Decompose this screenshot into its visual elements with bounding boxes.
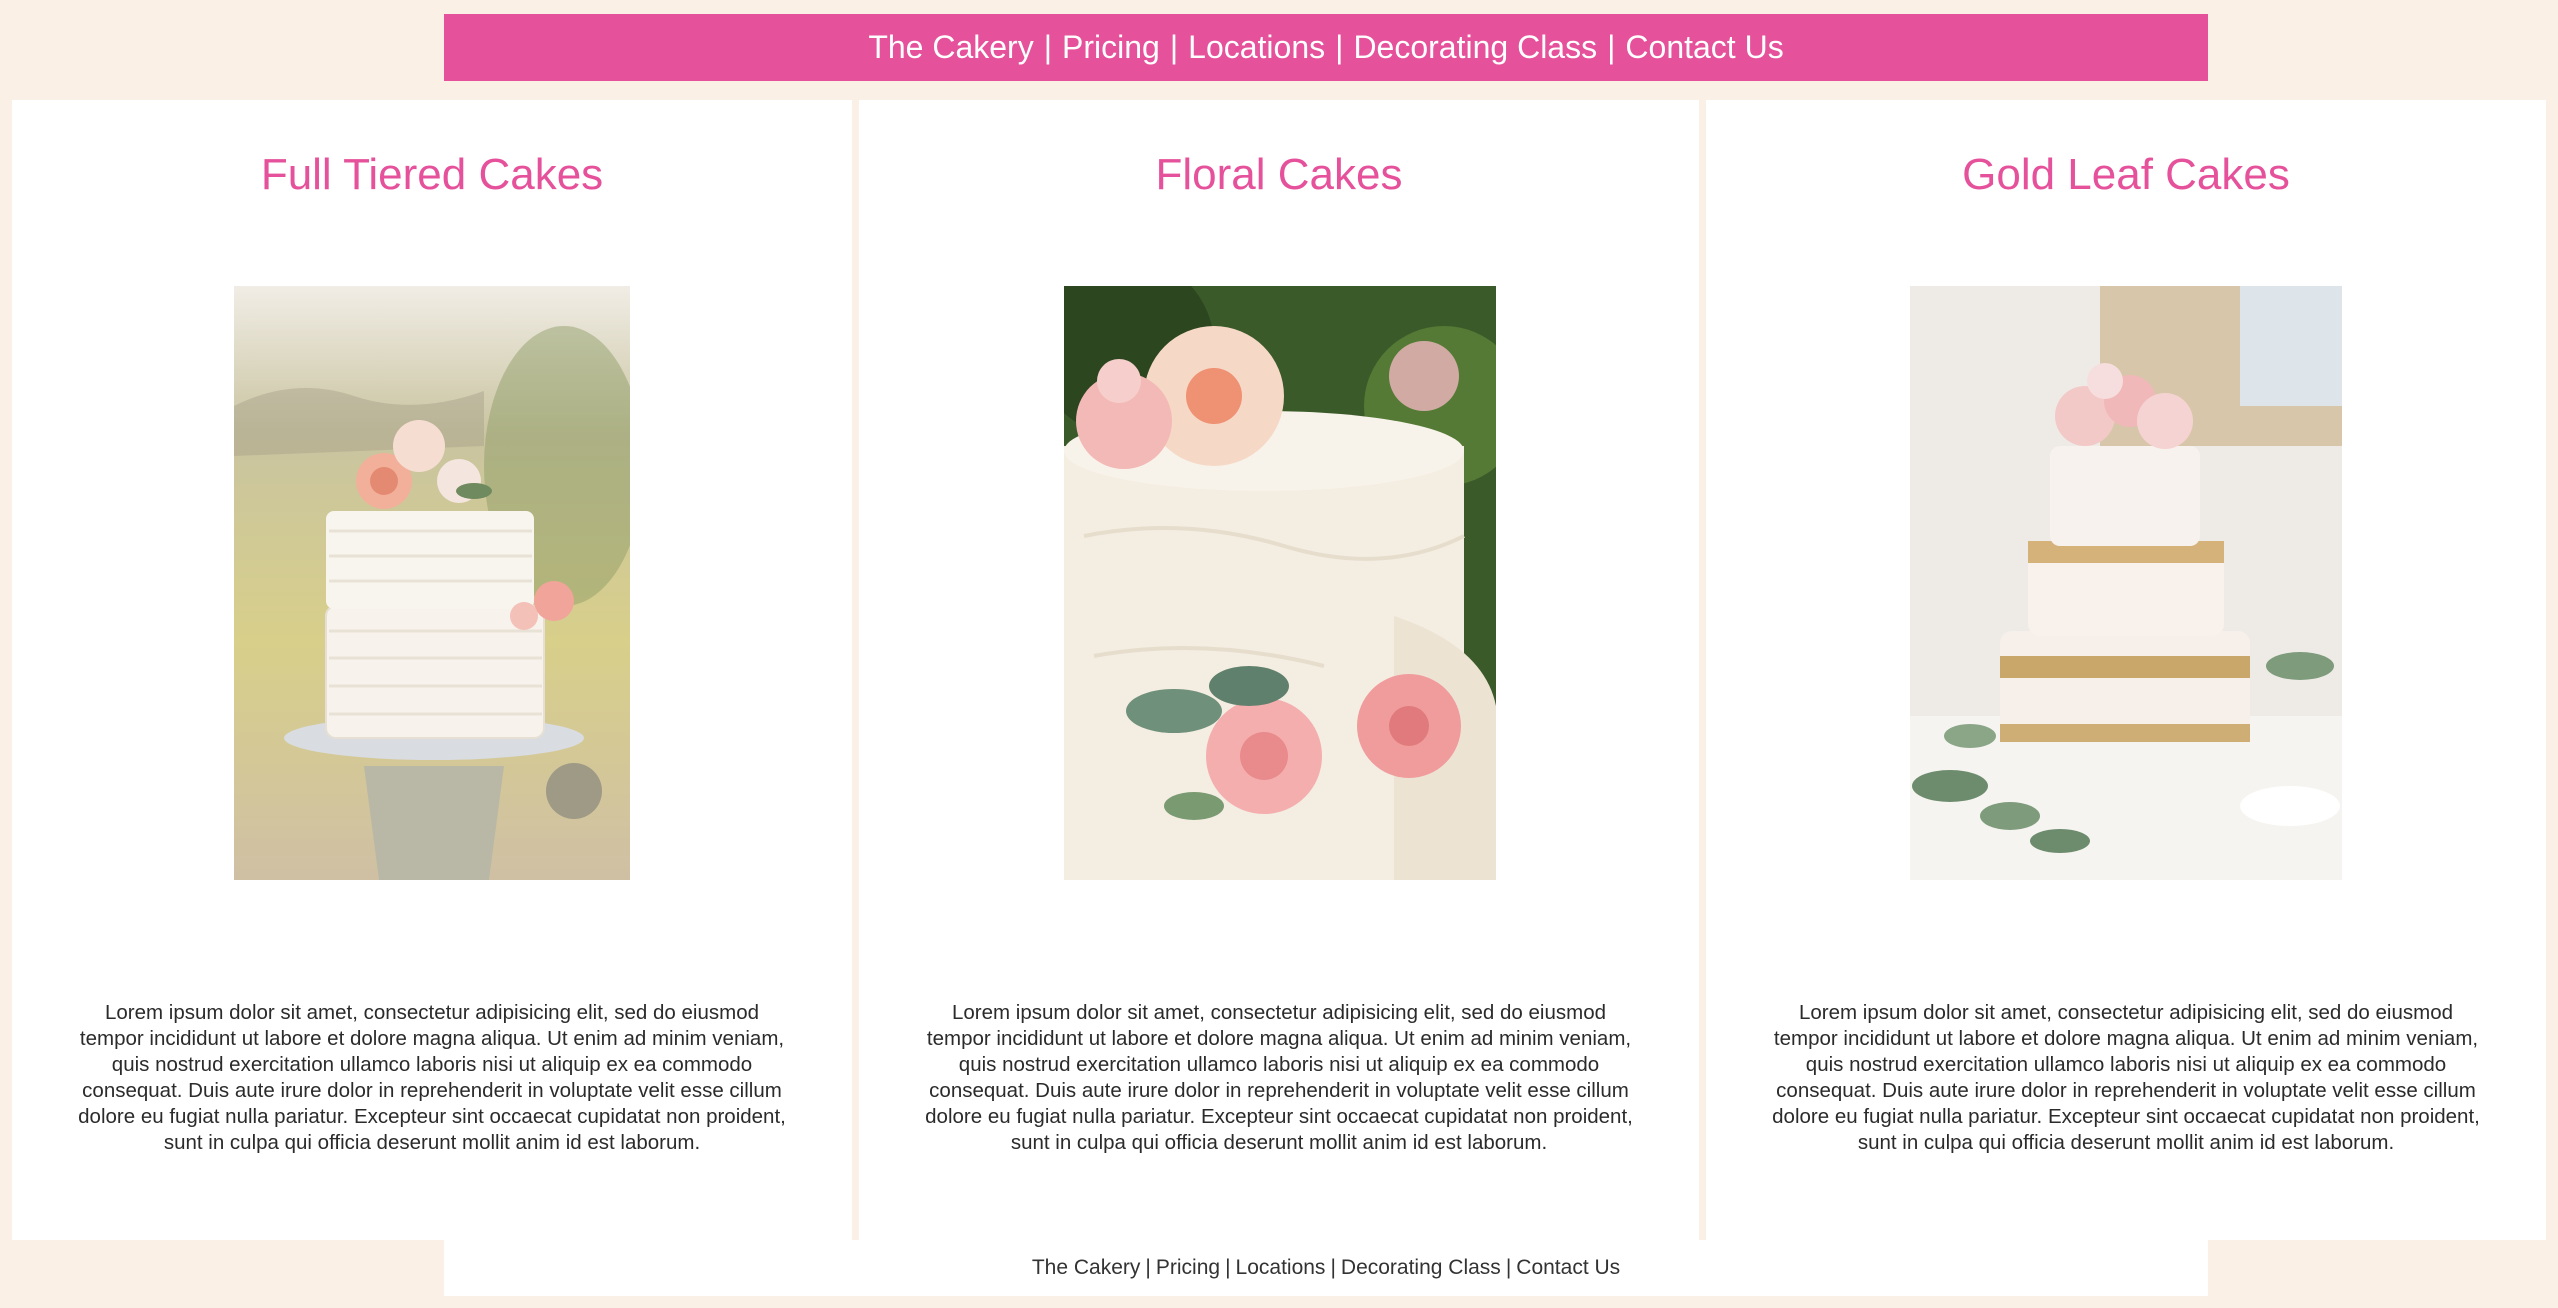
floral-cake-photo [1064,286,1496,880]
card-title: Floral Cakes [1155,150,1403,199]
page: The Cakery | Pricing | Locations | Decor… [0,0,2558,1308]
footer-link-pricing[interactable]: Pricing [1156,1256,1220,1280]
footer-separator: | [1505,1256,1512,1279]
nav-separator: | [1043,29,1053,65]
nav-link-contact-us[interactable]: Contact Us [1625,29,1783,66]
nav-separator: | [1607,29,1616,65]
tiered-cake-photo [234,286,630,880]
nav-separator: | [1335,29,1344,65]
card-gold-leaf-cakes: Gold Leaf Cakes Lorem ipsum dolor sit am… [1706,100,2546,1240]
footer-nav: The Cakery | Pricing | Locations | Decor… [444,1240,2208,1296]
gold-leaf-cake-photo [1910,286,2342,880]
card-floral-cakes: Floral Cakes Lorem ipsum dolor sit amet,… [859,100,1699,1240]
footer-separator: | [1225,1256,1231,1279]
footer-separator: | [1330,1256,1336,1279]
nav-separator: | [1169,29,1179,65]
card-description: Lorem ipsum dolor sit amet, consectetur … [1772,1001,2480,1154]
nav-link-pricing[interactable]: Pricing [1062,29,1160,66]
top-nav: The Cakery | Pricing | Locations | Decor… [444,14,2208,81]
nav-link-the-cakery[interactable]: The Cakery [868,29,1033,66]
footer-link-the-cakery[interactable]: The Cakery [1032,1256,1141,1280]
nav-link-locations[interactable]: Locations [1188,29,1325,66]
footer-link-contact-us[interactable]: Contact Us [1516,1256,1620,1280]
footer-separator: | [1145,1256,1151,1279]
footer-link-locations[interactable]: Locations [1236,1256,1326,1280]
card-title: Full Tiered Cakes [260,150,604,199]
nav-link-decorating-class[interactable]: Decorating Class [1353,29,1597,66]
footer-link-decorating-class[interactable]: Decorating Class [1341,1256,1501,1280]
card-description: Lorem ipsum dolor sit amet, consectetur … [78,1001,786,1154]
card-title: Gold Leaf Cakes [1962,150,2290,199]
card-full-tiered-cakes: Full Tiered Cakes Lorem ipsum dolor sit … [12,100,852,1240]
card-description: Lorem ipsum dolor sit amet, consectetur … [925,1001,1633,1154]
